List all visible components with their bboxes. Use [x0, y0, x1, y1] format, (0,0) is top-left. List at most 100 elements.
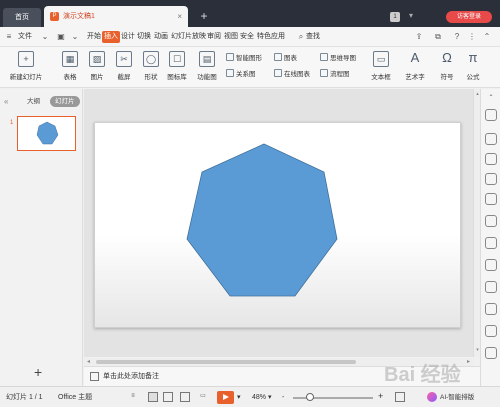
notes-view-icon[interactable]: ▭ — [198, 392, 208, 402]
slide-thumbnail[interactable] — [17, 116, 76, 151]
table-button[interactable]: ▦ 表格 — [58, 51, 82, 81]
sorter-view-icon[interactable] — [163, 392, 173, 402]
hamburger-icon[interactable]: ≡ — [4, 31, 14, 43]
notes-placeholder: 单击此处添加备注 — [103, 373, 159, 380]
new-tab-button[interactable]: + — [197, 9, 211, 23]
design-icon[interactable] — [485, 109, 497, 121]
zoom-in-button[interactable]: + — [378, 391, 383, 401]
chevron-down-icon[interactable]: ⌄ — [40, 31, 50, 43]
collapse-panel-icon[interactable]: « — [4, 97, 8, 107]
menu-features[interactable]: 特色应用 — [257, 31, 285, 43]
menu-search[interactable]: 查找 — [306, 31, 320, 43]
notes-toggle-icon[interactable]: ≡ — [128, 392, 138, 402]
tab-document[interactable]: P 演示文稿1 × — [44, 6, 188, 27]
menu-review[interactable]: 审阅 — [207, 31, 221, 43]
play-slideshow-button[interactable] — [217, 391, 234, 404]
icon-library-icon: ☐ — [169, 51, 185, 67]
tab-home[interactable]: 首页 — [3, 8, 41, 27]
text-box-button[interactable]: ▭ 文本框 — [369, 51, 393, 81]
mind-map-button[interactable]: 思维导图 — [320, 53, 356, 64]
window-count-badge[interactable]: 1 — [390, 12, 400, 22]
new-slide-button[interactable]: + 新建幻灯片 — [6, 51, 46, 81]
more-icon[interactable]: ⋮ — [467, 31, 477, 43]
scroll-right-icon[interactable]: ▸ — [467, 358, 470, 366]
normal-view-icon[interactable] — [148, 392, 158, 402]
menu-insert[interactable]: 插入 — [102, 31, 120, 43]
resize-icon[interactable] — [485, 237, 497, 249]
settings-icon[interactable] — [485, 215, 497, 227]
transition-icon[interactable] — [485, 193, 497, 205]
search-icon[interactable]: ⌕ — [296, 31, 306, 43]
smart-graphic-icon — [226, 53, 234, 61]
editing-canvas — [84, 89, 473, 357]
export-icon[interactable] — [485, 259, 497, 271]
undo-icon[interactable]: ⌄ — [70, 31, 80, 43]
reading-view-icon[interactable] — [180, 392, 190, 402]
symbol-button[interactable]: Ω 符号 — [437, 51, 457, 82]
art-text-button[interactable]: A 艺术字 — [402, 51, 428, 82]
icon-library-label: 图标库 — [167, 74, 187, 81]
watermark: Bai 经验 — [384, 364, 461, 386]
menu-slideshow[interactable]: 幻灯片放映 — [171, 31, 206, 43]
chart-button[interactable]: 图表 — [274, 53, 297, 64]
ribbon-toolbar: + 新建幻灯片 ▦ 表格 ▨ 图片 ✂ 截屏 ◯ 形状 ☐ 图标库 ▤ 功能图 … — [0, 47, 500, 88]
fit-window-icon[interactable] — [395, 392, 405, 402]
zoom-level[interactable]: 48% — [252, 393, 266, 403]
zoom-slider-knob[interactable] — [306, 393, 314, 401]
horizontal-scroll-thumb[interactable] — [96, 360, 356, 364]
login-button[interactable]: 访客登录 — [446, 11, 492, 23]
shape-properties-icon[interactable] — [485, 133, 497, 145]
save-icon[interactable]: ▣ — [56, 31, 66, 43]
sidebar-chevron-icon[interactable]: ⌃ — [485, 93, 497, 105]
tab-slides[interactable]: 幻灯片 — [50, 96, 80, 107]
picture-icon: ▨ — [89, 51, 105, 67]
tab-outline[interactable]: 大纲 — [22, 96, 45, 107]
zoom-out-button[interactable]: - — [282, 393, 284, 403]
heptagon-shape[interactable] — [95, 123, 462, 329]
function-chart-button[interactable]: ▤ 功能图 — [193, 51, 221, 81]
picture-button[interactable]: ▨ 图片 — [85, 51, 109, 81]
play-options-icon[interactable]: ▾ — [237, 393, 241, 403]
collaborate-icon[interactable]: ⧉ — [433, 31, 443, 43]
add-slide-button[interactable]: + — [34, 365, 42, 379]
table-icon: ▦ — [62, 51, 78, 67]
formula-label: 公式 — [466, 74, 480, 81]
menu-animation[interactable]: 动画 — [154, 31, 168, 43]
audio-icon[interactable] — [485, 303, 497, 315]
formula-button[interactable]: π 公式 — [463, 51, 483, 82]
slide-number: 1 — [10, 120, 14, 126]
menu-transition[interactable]: 切换 — [137, 31, 151, 43]
menu-design[interactable]: 设计 — [121, 31, 135, 43]
share-icon[interactable]: ⇪ — [414, 31, 424, 43]
close-tab-icon[interactable]: × — [177, 11, 182, 22]
feedback-icon[interactable] — [485, 347, 497, 359]
icon-library-button[interactable]: ☐ 图标库 — [165, 51, 189, 81]
screenshot-button[interactable]: ✂ 截屏 — [112, 51, 136, 81]
scroll-left-icon[interactable]: ◂ — [87, 358, 90, 366]
menu-security[interactable]: 安全 — [240, 31, 254, 43]
flow-chart-button[interactable]: 流程图 — [320, 69, 350, 80]
animation-icon[interactable] — [485, 153, 497, 165]
shape-label: 形状 — [144, 74, 158, 81]
ai-layout-button[interactable]: AI-智能排版 — [440, 393, 474, 403]
function-chart-label: 功能图 — [197, 74, 217, 81]
shape-button[interactable]: ◯ 形状 — [139, 51, 163, 81]
zoom-slider[interactable] — [293, 397, 373, 399]
relation-chart-button[interactable]: 关系图 — [226, 69, 256, 80]
help-icon[interactable]: ? — [452, 31, 462, 43]
smart-graphic-button[interactable]: 智能图形 — [226, 53, 262, 64]
skin-icon[interactable]: ▾ — [406, 10, 416, 22]
menu-home[interactable]: 开始 — [87, 31, 101, 43]
menu-file[interactable]: 文件 — [18, 31, 32, 43]
zoom-dropdown-icon[interactable]: ▾ — [268, 393, 272, 403]
online-chart-button[interactable]: 在线图表 — [274, 69, 310, 80]
select-icon[interactable] — [485, 173, 497, 185]
slide-canvas[interactable] — [94, 122, 461, 328]
collapse-ribbon-icon[interactable]: ⌃ — [482, 31, 492, 43]
chart-label: 图表 — [284, 55, 297, 62]
vertical-scrollbar[interactable]: ▴ ▾ — [473, 89, 480, 357]
gear-icon[interactable] — [485, 325, 497, 337]
map-icon[interactable] — [485, 281, 497, 293]
symbol-label: 符号 — [440, 74, 454, 81]
menu-view[interactable]: 视图 — [224, 31, 238, 43]
